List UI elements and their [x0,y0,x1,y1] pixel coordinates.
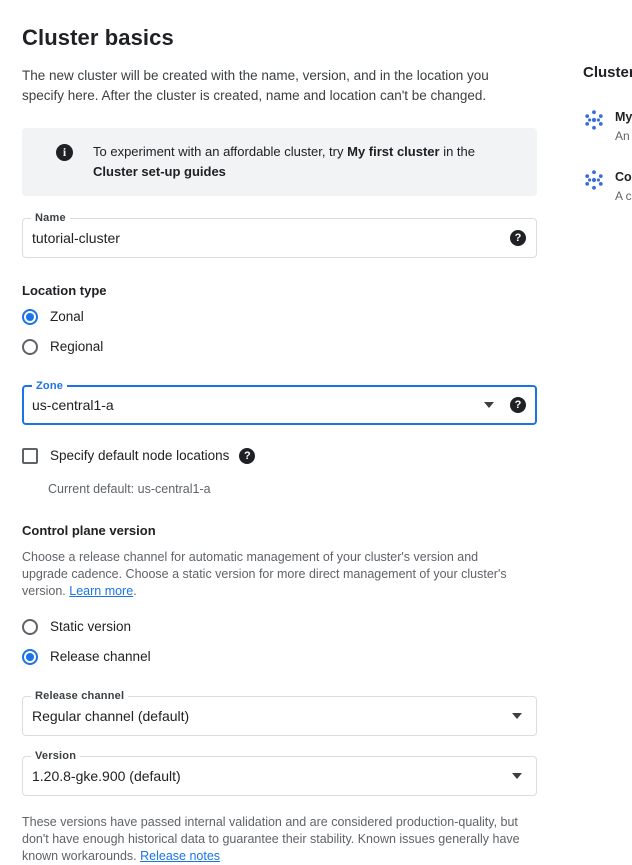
side-panel-item-cost-optimised-cluster[interactable]: Cost-optimised cluster A cluster for low… [583,168,632,204]
radio-release-channel-indicator[interactable] [22,649,38,665]
radio-zonal-indicator[interactable] [22,309,38,325]
cluster-dots-icon [583,169,605,191]
location-type-heading: Location type [22,283,107,298]
specify-node-locations-row[interactable]: Specify default node locations ? [22,445,537,467]
radio-regional-label: Regional [50,339,104,354]
info-text-bold1: My first cluster [347,144,440,159]
release-channel-select-value[interactable]: Regular channel (default) [32,706,504,726]
radio-location-zonal[interactable]: Zonal [22,304,537,330]
radio-release-channel[interactable]: Release channel [22,644,537,670]
cluster-dots-icon [583,109,605,131]
cluster-setup-guides-panel: Cluster set-up guides My first cluster [583,0,632,204]
release-channel-field-label: Release channel [31,690,129,703]
info-text-part1: To experiment with an affordable cluster… [93,144,348,159]
version-field[interactable]: Version 1.20.8-gke.900 (default) [22,750,537,796]
control-plane-description: Choose a release channel for automatic m… [22,549,522,600]
info-icon: i [56,144,73,161]
chevron-down-icon[interactable] [512,773,522,779]
current-default-note: Current default: us-central1-a [48,482,211,496]
version-select-value[interactable]: 1.20.8-gke.900 (default) [32,766,504,786]
info-text-part2: in the [439,144,476,159]
radio-zonal-label: Zonal [50,309,84,324]
version-footnote-text: These versions have passed internal vali… [22,815,520,863]
side-item-subtitle: An affordable cluster [615,129,632,143]
chevron-down-icon[interactable] [484,402,494,408]
page-description: The new cluster will be created with the… [22,68,489,103]
zone-field[interactable]: Zone us-central1-a ? [22,380,537,425]
radio-static-version[interactable]: Static version [22,614,537,640]
name-field-label: Name [31,212,70,225]
side-item-subtitle: A cluster for low cost [615,189,632,203]
cluster-basics-form: Cluster basics The new cluster will be c… [22,0,537,865]
page-title: Cluster basics [22,25,174,50]
radio-release-channel-label: Release channel [50,649,151,664]
zone-field-label: Zone [32,380,68,393]
specify-node-locations-checkbox[interactable] [22,448,38,464]
node-locations-help-icon[interactable]: ? [239,448,256,464]
release-notes-link[interactable]: Release notes [140,849,220,863]
info-text-bold2: Cluster set-up guides [93,164,226,179]
info-banner: i To experiment with an affordable clust… [22,128,537,196]
side-panel-item-my-first-cluster[interactable]: My first cluster An affordable cluster [583,108,632,144]
radio-static-version-indicator[interactable] [22,619,38,635]
side-item-title: Cost-optimised cluster [615,170,632,184]
control-plane-heading: Control plane version [22,523,156,538]
side-panel-title: Cluster set-up guides [583,64,632,81]
zone-select-value[interactable]: us-central1-a [32,395,476,415]
zone-help-icon[interactable]: ? [510,397,526,413]
name-help-icon[interactable]: ? [510,230,526,246]
control-plane-desc-part2: . [133,584,137,598]
version-field-label: Version [31,750,81,763]
radio-static-version-label: Static version [50,619,132,634]
specify-node-locations-label: Specify default node locations [50,448,230,463]
release-channel-field[interactable]: Release channel Regular channel (default… [22,690,537,736]
name-input-value[interactable]: tutorial-cluster [32,228,498,248]
side-item-title: My first cluster [615,110,632,124]
radio-location-regional[interactable]: Regional [22,334,537,360]
learn-more-link[interactable]: Learn more [69,584,133,598]
radio-regional-indicator[interactable] [22,339,38,355]
chevron-down-icon[interactable] [512,713,522,719]
version-footnote: These versions have passed internal vali… [22,814,527,865]
name-field[interactable]: Name tutorial-cluster ? [22,212,537,258]
info-banner-text: To experiment with an affordable cluster… [93,142,521,182]
